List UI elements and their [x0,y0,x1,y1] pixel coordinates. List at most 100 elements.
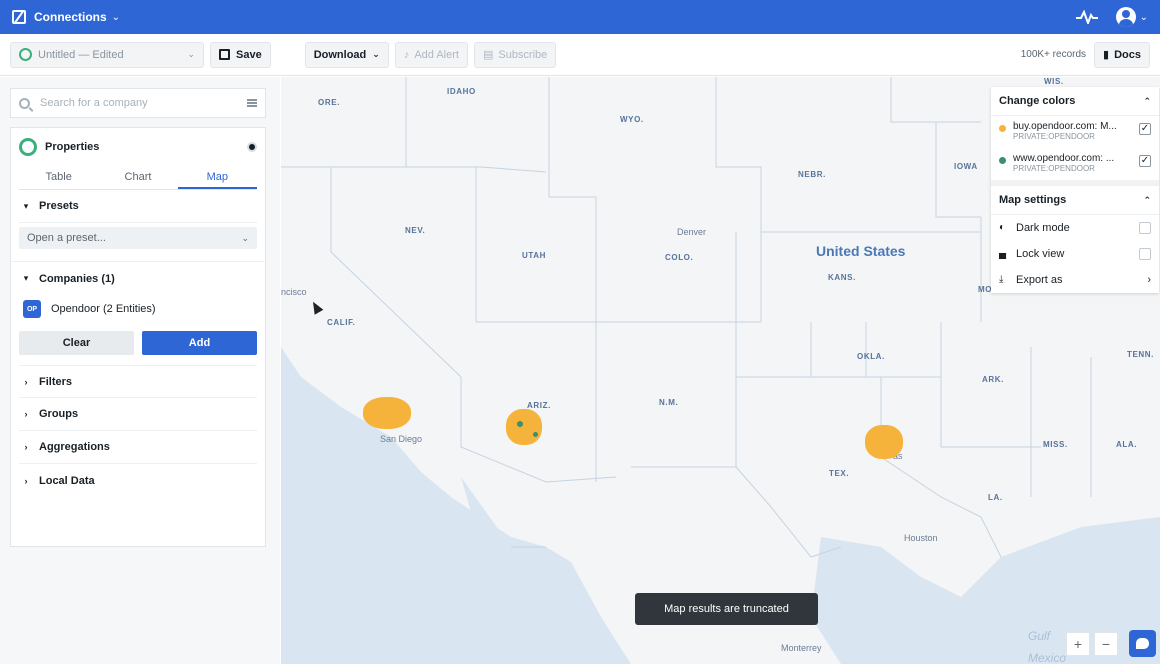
local-data-title: Local Data [39,474,95,487]
add-alert-button[interactable]: ♪ Add Alert [394,41,468,68]
dark-mode-checkbox[interactable] [1139,222,1151,234]
add-button[interactable]: Add [142,331,257,355]
cluster-marker[interactable] [865,425,903,459]
truncation-toast: Map results are truncated [635,593,818,625]
chevron-down-icon: ⌄ [1139,11,1148,23]
lock-view-checkbox[interactable] [1139,248,1151,260]
bell-icon: ♪ [403,48,410,61]
legend-name: buy.opendoor.com: M... [1013,121,1117,132]
subscribe-button[interactable]: ▤ Subscribe [473,41,557,68]
legend-item[interactable]: buy.opendoor.com: M... PRIVATE:OPENDOOR … [991,116,1159,148]
zoom-in-button[interactable]: + [1066,632,1090,656]
chevron-up-icon: ⌃ [1143,95,1151,106]
clear-button[interactable]: Clear [19,331,134,355]
state-label: MO [978,285,993,294]
state-label: UTAH [522,251,547,260]
presets-header[interactable]: ▾ Presets [19,190,257,223]
tab-map[interactable]: Map [177,166,257,189]
chat-button[interactable] [1129,630,1156,657]
legend-color-dot[interactable] [999,157,1006,164]
app-switcher-icon[interactable] [12,10,26,24]
legend-item[interactable]: www.opendoor.com: ... PRIVATE:OPENDOOR ✓ [991,148,1159,186]
zoom-out-button[interactable]: − [1094,632,1118,656]
top-bar-actions: ⌄ [1075,7,1148,27]
docs-label: Docs [1114,48,1141,61]
companies-header[interactable]: ▾ Companies (1) [19,262,257,295]
download-button[interactable]: Download ⌄ [304,41,389,68]
presets-section: ▾ Presets Open a preset... ⌄ [11,190,265,249]
point-marker[interactable] [517,421,523,427]
chevron-right-icon: › [1147,274,1151,286]
add-alert-label: Add Alert [414,48,459,61]
chevron-right-icon: › [24,442,28,452]
panel-toggle[interactable] [247,142,257,152]
local-data-header[interactable]: › Local Data [19,464,257,497]
water-label: Gulf [1028,629,1051,643]
record-count: 100K+ records [1020,49,1087,60]
legend-text: www.opendoor.com: ... PRIVATE:OPENDOOR [1013,153,1135,173]
user-menu[interactable]: ⌄ [1115,7,1148,27]
filters-title: Filters [39,375,73,388]
legend-name: www.opendoor.com: ... [1013,153,1115,164]
properties-panel: Properties Table Chart Map ▾ Presets Open… [10,127,266,547]
state-label: WIS. [1044,77,1064,86]
company-search[interactable]: Search for a company [10,88,266,118]
presets-title: Presets [39,200,79,212]
state-label: TENN. [1127,350,1154,359]
tab-table[interactable]: Table [19,166,98,189]
tab-chart[interactable]: Chart [98,166,177,189]
preset-select[interactable]: Open a preset... ⌄ [19,227,257,249]
app-title[interactable]: Connections [34,10,107,24]
cluster-marker[interactable] [506,409,542,445]
point-marker[interactable] [533,432,538,437]
state-label: N.M. [659,398,679,407]
file-status-icon [19,48,32,61]
company-item[interactable]: OP Opendoor (2 Entities) [19,295,257,323]
state-label: MISS. [1043,440,1068,449]
file-menu-button[interactable]: Untitled — Edited ⌄ [10,41,204,68]
chevron-down-icon: ⌄ [241,232,249,243]
contrast-icon: ◐ [999,222,1006,233]
pulse-icon[interactable] [1075,10,1098,24]
chevron-down-icon: ▾ [23,273,29,283]
file-name: Untitled — Edited [38,48,124,61]
toolbar: Untitled — Edited ⌄ Save Download ⌄ ♪ Ad… [0,34,1160,76]
map-settings-header[interactable]: Map settings ⌃ [991,186,1159,215]
company-actions: Clear Add [19,331,257,355]
legend-text: buy.opendoor.com: M... PRIVATE:OPENDOOR [1013,121,1135,141]
state-label: IDAHO [447,87,476,96]
lock-view-row[interactable]: ▄ Lock view [991,241,1159,267]
export-row[interactable]: ⤓ Export as › [991,267,1159,293]
legend-checkbox[interactable]: ✓ [1139,155,1151,167]
save-button[interactable]: Save [210,41,271,68]
download-label: Download [313,48,367,61]
legend-checkbox[interactable]: ✓ [1139,123,1151,135]
preset-placeholder: Open a preset... [27,232,106,244]
chevron-up-icon: ⌃ [1143,194,1151,205]
groups-header[interactable]: › Groups [19,398,257,431]
export-label: Export as [1016,274,1063,286]
state-label: LA. [988,493,1003,502]
docs-button[interactable]: ▮ Docs [1094,41,1150,68]
lock-icon: ▄ [999,248,1007,259]
aggregations-header[interactable]: › Aggregations [19,431,257,464]
chevron-right-icon: › [24,409,28,419]
chevron-right-icon: › [24,376,28,387]
state-label: COLO. [665,253,694,262]
state-label: KANS. [828,273,856,282]
panel-header: Properties [11,128,265,166]
state-label: CALIF. [327,318,356,327]
city-label: San Diego [380,434,423,444]
map-options-panel: Change colors ⌃ buy.opendoor.com: M... PR… [991,87,1159,293]
download-icon: ⤓ [999,274,1004,285]
cluster-marker[interactable] [363,397,411,429]
chevron-down-icon[interactable]: ⌄ [112,12,120,23]
dark-mode-row[interactable]: ◐ Dark mode [991,215,1159,241]
companies-section: ▾ Companies (1) OP Opendoor (2 Entities) C… [11,261,265,355]
search-input[interactable]: Search for a company [40,97,148,109]
menu-icon[interactable] [247,99,257,107]
legend-color-dot[interactable] [999,125,1006,132]
dark-mode-label: Dark mode [1016,222,1070,234]
change-colors-header[interactable]: Change colors ⌃ [991,87,1159,116]
filters-header[interactable]: › Filters [19,365,257,398]
